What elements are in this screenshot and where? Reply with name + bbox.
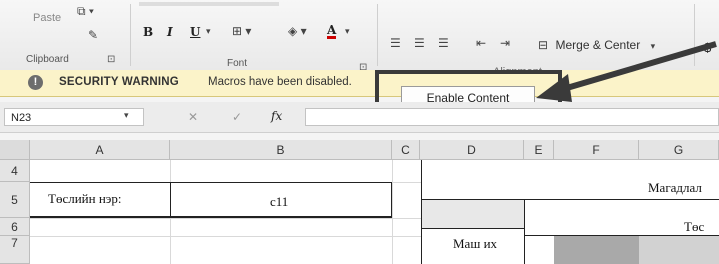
cell-a5[interactable]: Төслийн нэр: (48, 191, 121, 207)
row-header[interactable]: 5 (0, 182, 30, 218)
decrease-indent-icon[interactable]: ⇤ (476, 36, 486, 50)
shaded-cell (422, 200, 524, 228)
row-header[interactable]: 4 (0, 160, 30, 182)
annotation-arrow-shaft (559, 41, 717, 93)
column-header[interactable]: D (420, 140, 524, 160)
warning-icon: ! (28, 75, 43, 90)
row-header[interactable]: 7 (0, 236, 30, 264)
cell-border (391, 182, 392, 218)
cell-f4[interactable]: Магадлал (648, 180, 702, 196)
paste-button[interactable]: Paste (33, 12, 61, 24)
formula-bar: N23 ▾ ✕ ✓ fx (0, 102, 719, 133)
select-all-corner[interactable] (0, 140, 30, 160)
enter-icon[interactable]: ✓ (232, 110, 242, 124)
annotation-arrow-head (536, 74, 572, 102)
increase-indent-icon[interactable]: ⇥ (500, 36, 510, 50)
gridline (392, 160, 393, 264)
cell-border (170, 182, 171, 218)
formula-input[interactable] (305, 108, 719, 126)
cell-border (30, 182, 392, 183)
paste-label: Paste (33, 12, 62, 24)
cell-border (524, 200, 525, 264)
font-name-box[interactable] (139, 2, 279, 6)
row-header[interactable]: 6 (0, 218, 30, 236)
cell-border (30, 216, 392, 218)
name-box[interactable]: N23 (4, 108, 144, 126)
shaded-cell (554, 236, 639, 264)
insert-function-button[interactable]: fx (271, 109, 282, 123)
font-color-icon[interactable]: A (327, 24, 337, 39)
borders-icon[interactable]: ⊞ ▾ (232, 24, 251, 38)
name-box-dropdown-icon[interactable]: ▾ (124, 110, 129, 121)
column-header[interactable]: E (524, 140, 554, 160)
fill-color-icon[interactable]: ◈ ▾ (288, 24, 307, 38)
column-header[interactable]: C (392, 140, 420, 160)
shaded-cell (639, 236, 719, 264)
align-center-icon[interactable]: ☰ (414, 36, 425, 50)
align-left-icon[interactable]: ☰ (390, 36, 401, 50)
cell-border (422, 228, 524, 229)
font-group: B I U ▾ ⊞ ▾ ◈ ▾ A ▾ Font ⊡ (131, 0, 377, 73)
cancel-icon[interactable]: ✕ (188, 110, 198, 124)
align-right-icon[interactable]: ☰ (438, 36, 449, 50)
cell-d7[interactable]: Маш их (453, 236, 497, 252)
security-warning-title: SECURITY WARNING (59, 76, 179, 88)
font-group-label: Font (227, 58, 248, 69)
gridline (30, 218, 422, 219)
italic-button[interactable]: I (167, 25, 173, 39)
font-color-dropdown-icon[interactable]: ▾ (345, 26, 350, 37)
clipboard-launcher-icon[interactable]: ⊡ (107, 54, 115, 65)
security-warning-message: Macros have been disabled. (208, 76, 352, 88)
column-header[interactable]: A (30, 140, 170, 160)
cell-g6[interactable]: Төс (684, 219, 704, 235)
copy-icon[interactable]: ⧉ ▾ (77, 4, 94, 19)
cell-b5[interactable]: c11 (270, 194, 288, 210)
format-painter-icon[interactable]: ✎ (88, 28, 98, 42)
clipboard-group-label: Clipboard (26, 54, 69, 65)
underline-dropdown-icon[interactable]: ▾ (206, 26, 211, 37)
underline-button[interactable]: U (190, 25, 200, 39)
bold-button[interactable]: B (143, 25, 153, 39)
column-header[interactable]: G (639, 140, 719, 160)
gridline (30, 236, 422, 237)
column-header[interactable]: B (170, 140, 392, 160)
column-header[interactable]: F (554, 140, 639, 160)
clipboard-group: Paste ⧉ ▾ ✎ Clipboard ⊡ (0, 0, 130, 70)
annotation-arrow (536, 41, 717, 102)
